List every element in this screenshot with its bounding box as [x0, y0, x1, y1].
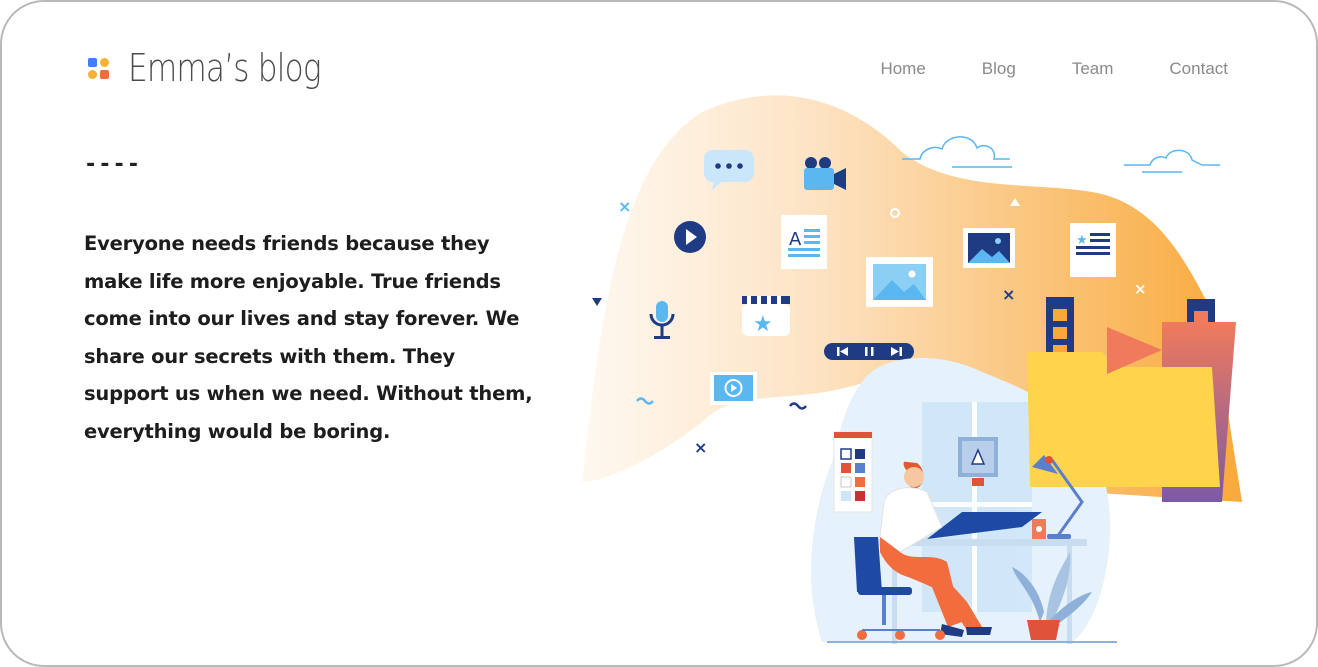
svg-text:×: × — [618, 197, 631, 216]
logo[interactable]: Emma’s blog — [86, 46, 363, 90]
page-frame: Emma’s blog Home Blog Team Contact ---- … — [0, 0, 1318, 667]
news-icon: ★ — [1070, 223, 1116, 277]
cloud-icon — [902, 136, 1220, 173]
intro-paragraph: Everyone needs friends because they make… — [84, 232, 533, 443]
svg-text:×: × — [1002, 285, 1015, 304]
logo-mark-icon — [86, 55, 112, 81]
svg-text:★: ★ — [753, 312, 773, 337]
nav-blog[interactable]: Blog — [982, 59, 1016, 79]
nav-team[interactable]: Team — [1072, 59, 1114, 79]
video-frame-icon — [710, 372, 757, 405]
nav-home[interactable]: Home — [880, 59, 925, 79]
svg-text:×: × — [694, 438, 707, 457]
image-icon — [866, 257, 933, 307]
svg-text:×: × — [1134, 280, 1147, 298]
play-button-icon — [674, 221, 706, 253]
site-title: Emma’s blog — [128, 46, 322, 90]
media-controls-icon — [824, 343, 914, 360]
divider: ---- — [84, 152, 141, 177]
image-small-icon — [963, 228, 1015, 268]
main-nav: Home Blog Team Contact — [880, 59, 1228, 79]
document-icon: A — [781, 215, 827, 269]
svg-text:★: ★ — [1076, 233, 1088, 248]
svg-text:A: A — [789, 229, 802, 250]
clapperboard-icon: ★ — [742, 296, 790, 337]
color-palette-icon — [833, 431, 873, 513]
hero-illustration: × × × × A ★ ★ — [582, 95, 1242, 644]
nav-contact[interactable]: Contact — [1169, 59, 1228, 79]
